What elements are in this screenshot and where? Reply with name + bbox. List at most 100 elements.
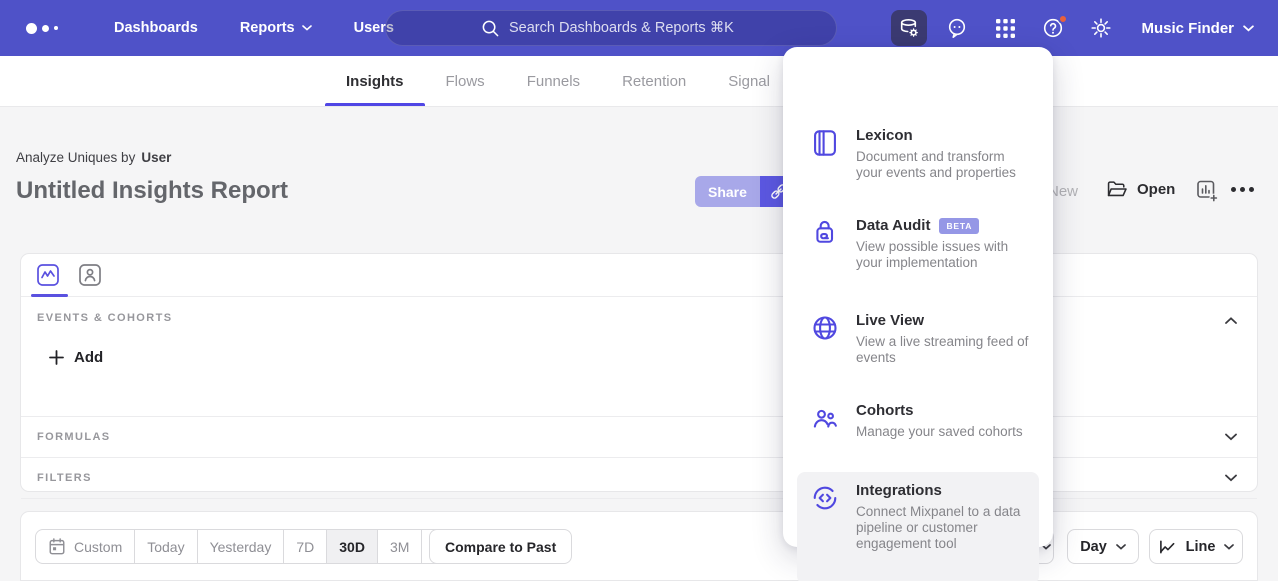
add-label: Add [74, 349, 103, 366]
data-audit-lock-icon [811, 219, 839, 247]
users-tab-icon[interactable] [79, 264, 101, 286]
range-7d[interactable]: 7D [284, 530, 327, 563]
chat-bubble-icon [946, 17, 968, 39]
settings-button[interactable] [1083, 10, 1119, 46]
help-button[interactable] [1035, 10, 1071, 46]
line-chart-icon [1158, 538, 1177, 555]
chevron-down-icon [1224, 544, 1234, 550]
gear-icon [1090, 17, 1112, 39]
menu-item-lexicon[interactable]: Lexicon Document and transform your even… [797, 117, 1039, 191]
range-today-label: Today [147, 539, 184, 555]
menu-item-title: Live View [856, 312, 1034, 329]
menu-item-desc: Connect Mixpanel to a data pipeline or c… [856, 504, 1034, 552]
metrics-tab-icon[interactable] [37, 264, 59, 286]
nav-reports[interactable]: Reports [240, 20, 312, 36]
globe-icon [811, 314, 839, 342]
tab-flows-label: Flows [446, 73, 485, 90]
compare-to-past-button[interactable]: Compare to Past [429, 529, 572, 564]
expand-section-button[interactable] [1225, 475, 1237, 482]
section-filters-label: FILTERS [37, 472, 92, 484]
more-options-button[interactable] [1231, 187, 1254, 192]
tab-funnels-label: Funnels [527, 73, 580, 90]
search-input[interactable] [509, 20, 741, 36]
builder-tabs [21, 254, 1257, 297]
chevron-down-icon [1225, 434, 1237, 441]
chevron-down-icon [302, 25, 312, 31]
nav-reports-label: Reports [240, 20, 295, 36]
collapse-section-button[interactable] [1225, 317, 1237, 324]
tab-insights-label: Insights [346, 73, 404, 90]
nav-dashboards-label: Dashboards [114, 20, 198, 36]
data-management-button[interactable] [891, 10, 927, 46]
breadcrumb-value[interactable]: User [141, 150, 171, 165]
folder-icon [1106, 179, 1128, 199]
menu-item-live-view[interactable]: Live View View a live streaming feed of … [797, 302, 1039, 376]
project-switcher[interactable]: Music Finder [1141, 20, 1254, 37]
chart-type-selector[interactable]: Line [1149, 529, 1243, 564]
menu-item-desc: View a live streaming feed of events [856, 334, 1034, 366]
menu-item-title: Data Audit BETA [856, 217, 1034, 234]
page-title[interactable]: Untitled Insights Report [16, 177, 288, 205]
open-report-button[interactable]: Open [1106, 179, 1175, 199]
nav-dashboards[interactable]: Dashboards [114, 20, 198, 36]
menu-item-desc: Manage your saved cohorts [856, 424, 1034, 440]
chevron-down-icon [1243, 25, 1254, 32]
add-event-button[interactable]: Add [49, 349, 103, 366]
report-tabbar: Insights Flows Funnels Retention Signal … [0, 56, 1278, 107]
range-30d[interactable]: 30D [327, 530, 378, 563]
open-label: Open [1137, 181, 1175, 198]
chart-add-icon [1196, 179, 1219, 203]
chevron-up-icon [1225, 317, 1237, 324]
tab-retention[interactable]: Retention [601, 56, 707, 106]
apps-grid-button[interactable] [987, 10, 1023, 46]
add-to-dashboard-button[interactable] [1196, 179, 1219, 203]
integrations-sync-icon [811, 484, 839, 512]
data-management-menu: Lexicon Document and transform your even… [783, 47, 1053, 547]
cohorts-people-icon [811, 404, 839, 432]
breadcrumb-prefix: Analyze Uniques by [16, 150, 135, 165]
plus-icon [49, 350, 64, 365]
tab-signal[interactable]: Signal [707, 56, 791, 106]
menu-item-title-text: Data Audit [856, 217, 930, 234]
range-custom[interactable]: Custom [36, 530, 135, 563]
share-split-button: Share [695, 176, 797, 207]
menu-item-title: Lexicon [856, 127, 1034, 144]
range-yesterday-label: Yesterday [210, 539, 272, 555]
expand-section-button[interactable] [1225, 434, 1237, 441]
chart-toolbar-panel: Custom Today Yesterday 7D 30D 3M 6M 12M … [20, 511, 1258, 581]
section-events-cohorts: EVENTS & COHORTS Add [21, 297, 1257, 417]
chevron-down-icon [1225, 475, 1237, 482]
range-3m[interactable]: 3M [378, 530, 422, 563]
breadcrumb: Analyze Uniques by User [16, 150, 171, 165]
range-7d-label: 7D [296, 539, 314, 555]
range-custom-label: Custom [74, 539, 122, 555]
section-filters[interactable]: FILTERS [21, 458, 1257, 499]
tab-insights[interactable]: Insights [325, 56, 425, 106]
chart-type-label: Line [1186, 539, 1216, 555]
mixpanel-logo[interactable] [26, 23, 72, 34]
global-search[interactable] [385, 10, 837, 46]
interval-selector[interactable]: Day [1067, 529, 1139, 564]
beta-badge: BETA [939, 218, 979, 234]
share-button[interactable]: Share [695, 176, 760, 207]
tab-funnels[interactable]: Funnels [506, 56, 601, 106]
notification-dot [1058, 14, 1068, 24]
top-navigation: Dashboards Reports Users [0, 0, 1278, 56]
tab-flows[interactable]: Flows [425, 56, 506, 106]
range-3m-label: 3M [390, 539, 409, 555]
chevron-down-icon [1116, 544, 1126, 550]
range-today[interactable]: Today [135, 530, 197, 563]
menu-item-desc: View possible issues with your implement… [856, 239, 1034, 271]
calendar-icon [48, 537, 66, 556]
interval-label: Day [1080, 539, 1107, 555]
menu-item-title: Integrations [856, 482, 1034, 499]
menu-item-integrations[interactable]: Integrations Connect Mixpanel to a data … [797, 472, 1039, 581]
feedback-button[interactable] [939, 10, 975, 46]
section-formulas[interactable]: FORMULAS [21, 417, 1257, 458]
range-yesterday[interactable]: Yesterday [198, 530, 285, 563]
range-30d-label: 30D [339, 539, 365, 555]
menu-item-cohorts[interactable]: Cohorts Manage your saved cohorts [797, 392, 1039, 450]
menu-item-data-audit[interactable]: Data Audit BETA View possible issues with… [797, 207, 1039, 281]
section-events-label: EVENTS & COHORTS [37, 312, 172, 324]
query-builder-panel: EVENTS & COHORTS Add FORMULAS FILTERS BR… [20, 253, 1258, 492]
